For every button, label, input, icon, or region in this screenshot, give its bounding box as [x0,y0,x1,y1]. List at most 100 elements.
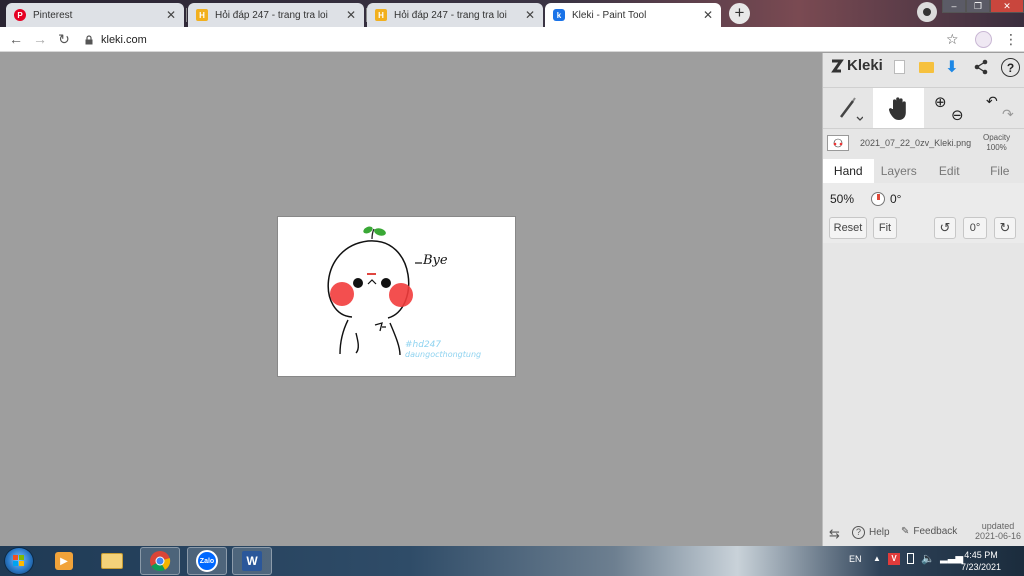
browser-tab-strip: P Pinterest ✕ H Hỏi đáp 247 - trang tra … [0,0,1024,27]
system-tray: EN ▲ V 🔈 ▂▃▅ 4:45 PM 7/23/2021 [845,546,1024,576]
bookmark-star-icon[interactable]: ☆ [946,31,959,48]
close-icon[interactable]: ✕ [346,8,356,22]
tab-title: Pinterest [33,9,73,21]
url-text: kleki.com [101,33,147,46]
lock-icon [85,34,93,44]
volume-icon[interactable]: 🔈 [921,552,935,565]
language-indicator[interactable]: EN [849,554,862,564]
hand-icon [888,97,906,120]
windows-logo-icon [13,555,24,566]
opacity-label: Opacity [983,133,1011,142]
layer-thumbnail[interactable] [827,135,849,151]
reset-button[interactable]: Reset [829,217,867,239]
hand-tool-button[interactable] [873,88,924,128]
tab-hoidap-1[interactable]: H Hỏi đáp 247 - trang tra loi ✕ [188,3,364,27]
watermark-line-2: daungocthongtung [405,350,481,359]
zoom-controls: ⊕ ⊖ [924,88,974,128]
kleki-logo-text: Kleki [847,57,883,74]
compass-icon [871,192,885,206]
profile-avatar[interactable] [975,31,992,48]
file-name: 2021_07_22_0zv_Kleki.png [860,138,972,148]
media-player-icon: ▶ [55,552,73,570]
clock-date: 7/23/2021 [961,562,1002,572]
network-icon[interactable]: ▂▃▅ [940,553,963,564]
windows-taskbar: ▶ Zalo W EN ▲ V 🔈 ▂▃▅ 4:45 PM 7/23/2021 [0,546,1024,576]
forward-arrow-icon[interactable]: → [32,31,48,47]
tab-hoidap-2[interactable]: H Hỏi đáp 247 - trang tra loi ✕ [367,3,543,27]
watermark-line-1: #hd247 [405,340,441,350]
open-folder-icon[interactable] [917,58,935,76]
rotation-angle: 0° [890,192,902,206]
rotation-reset-button[interactable]: 0° [963,217,987,239]
pencil-icon: ✎ [901,526,910,537]
panel-tabs: Hand Layers Edit File [823,159,1024,183]
tab-title: Kleki - Paint Tool [572,9,647,21]
tab-pinterest[interactable]: P Pinterest ✕ [6,3,184,27]
close-icon[interactable]: ✕ [525,8,535,22]
minimize-button[interactable]: – [942,0,966,13]
new-tab-button[interactable]: + [729,3,750,24]
zoom-in-icon[interactable]: ⊕ [934,93,947,111]
file-explorer-app[interactable] [92,547,132,575]
help-icon[interactable]: ? [1001,58,1020,77]
more-menu-icon[interactable]: ⋮ [1004,31,1018,48]
fit-button[interactable]: Fit [873,217,897,239]
media-control-icon[interactable] [917,2,937,22]
download-icon[interactable]: ⬇ [943,58,961,76]
new-file-icon[interactable] [890,58,908,76]
hoidap-icon: H [196,9,208,21]
tab-hand[interactable]: Hand [823,159,874,183]
swap-sides-icon[interactable]: ⇆ [829,526,840,542]
drawing-canvas[interactable]: Bye #hd247 daungocthongtung [277,216,516,377]
tab-layers[interactable]: Layers [874,159,925,183]
close-window-button[interactable]: ✕ [990,0,1024,13]
hand-tool-options: 50% 0° Reset Fit ↺ 0° ↻ [823,183,1024,243]
tool-row: ⊕ ⊖ ↶ ↷ [823,87,1024,129]
updated-label: updated [981,521,1015,531]
hoidap-icon: H [375,9,387,21]
show-hidden-icons[interactable]: ▲ [873,554,881,563]
feedback-label: Feedback [913,526,958,537]
antivirus-icon[interactable]: V [888,553,900,565]
share-icon[interactable] [972,58,990,76]
rotate-right-icon[interactable]: ↻ [994,217,1016,239]
tab-kleki[interactable]: k Kleki - Paint Tool ✕ [545,3,721,27]
media-player-app[interactable]: ▶ [44,547,84,575]
undo-icon[interactable]: ↶ [986,93,998,110]
help-link[interactable]: ? Help [852,526,890,539]
battery-icon[interactable] [907,553,914,564]
zoom-level: 50% [830,192,855,206]
drawing-illustration: Bye #hd247 daungocthongtung [327,226,481,359]
redo-icon[interactable]: ↷ [1002,106,1014,123]
url-input[interactable]: kleki.com [84,30,984,49]
tab-file[interactable]: File [975,159,1024,183]
brush-tool-button[interactable] [823,88,873,128]
opacity-readout[interactable]: Opacity 100% [983,133,1010,153]
close-icon[interactable]: ✕ [703,8,713,22]
chrome-app[interactable] [140,547,180,575]
word-app[interactable]: W [232,547,272,575]
folder-icon [101,553,123,569]
kleki-logo-icon [831,59,844,72]
start-button[interactable] [4,547,34,575]
feedback-link[interactable]: ✎ Feedback [901,526,957,537]
kleki-logo: Kleki [829,57,883,74]
updated-date: 2021-06-16 [975,531,1022,541]
back-arrow-icon[interactable]: ← [8,31,24,47]
restore-button[interactable]: ❐ [966,0,990,13]
drawing-workspace[interactable]: Bye #hd247 daungocthongtung [0,53,822,546]
opacity-value: 100% [986,143,1007,152]
tab-edit[interactable]: Edit [924,159,975,183]
close-icon[interactable]: ✕ [166,8,176,22]
clock[interactable]: 4:45 PM 7/23/2021 [961,549,1001,573]
word-icon: W [242,551,262,571]
tab-title: Hỏi đáp 247 - trang tra loi [215,9,328,21]
zoom-out-icon[interactable]: ⊖ [951,106,964,124]
zalo-app[interactable]: Zalo [187,547,227,575]
help-label: Help [869,527,890,538]
address-bar: ← → ↻ kleki.com ☆ ⋮ [0,27,1024,52]
reload-icon[interactable]: ↻ [56,31,72,47]
pinterest-icon: P [14,9,26,21]
history-controls: ↶ ↷ [974,88,1024,128]
rotate-left-icon[interactable]: ↺ [934,217,956,239]
